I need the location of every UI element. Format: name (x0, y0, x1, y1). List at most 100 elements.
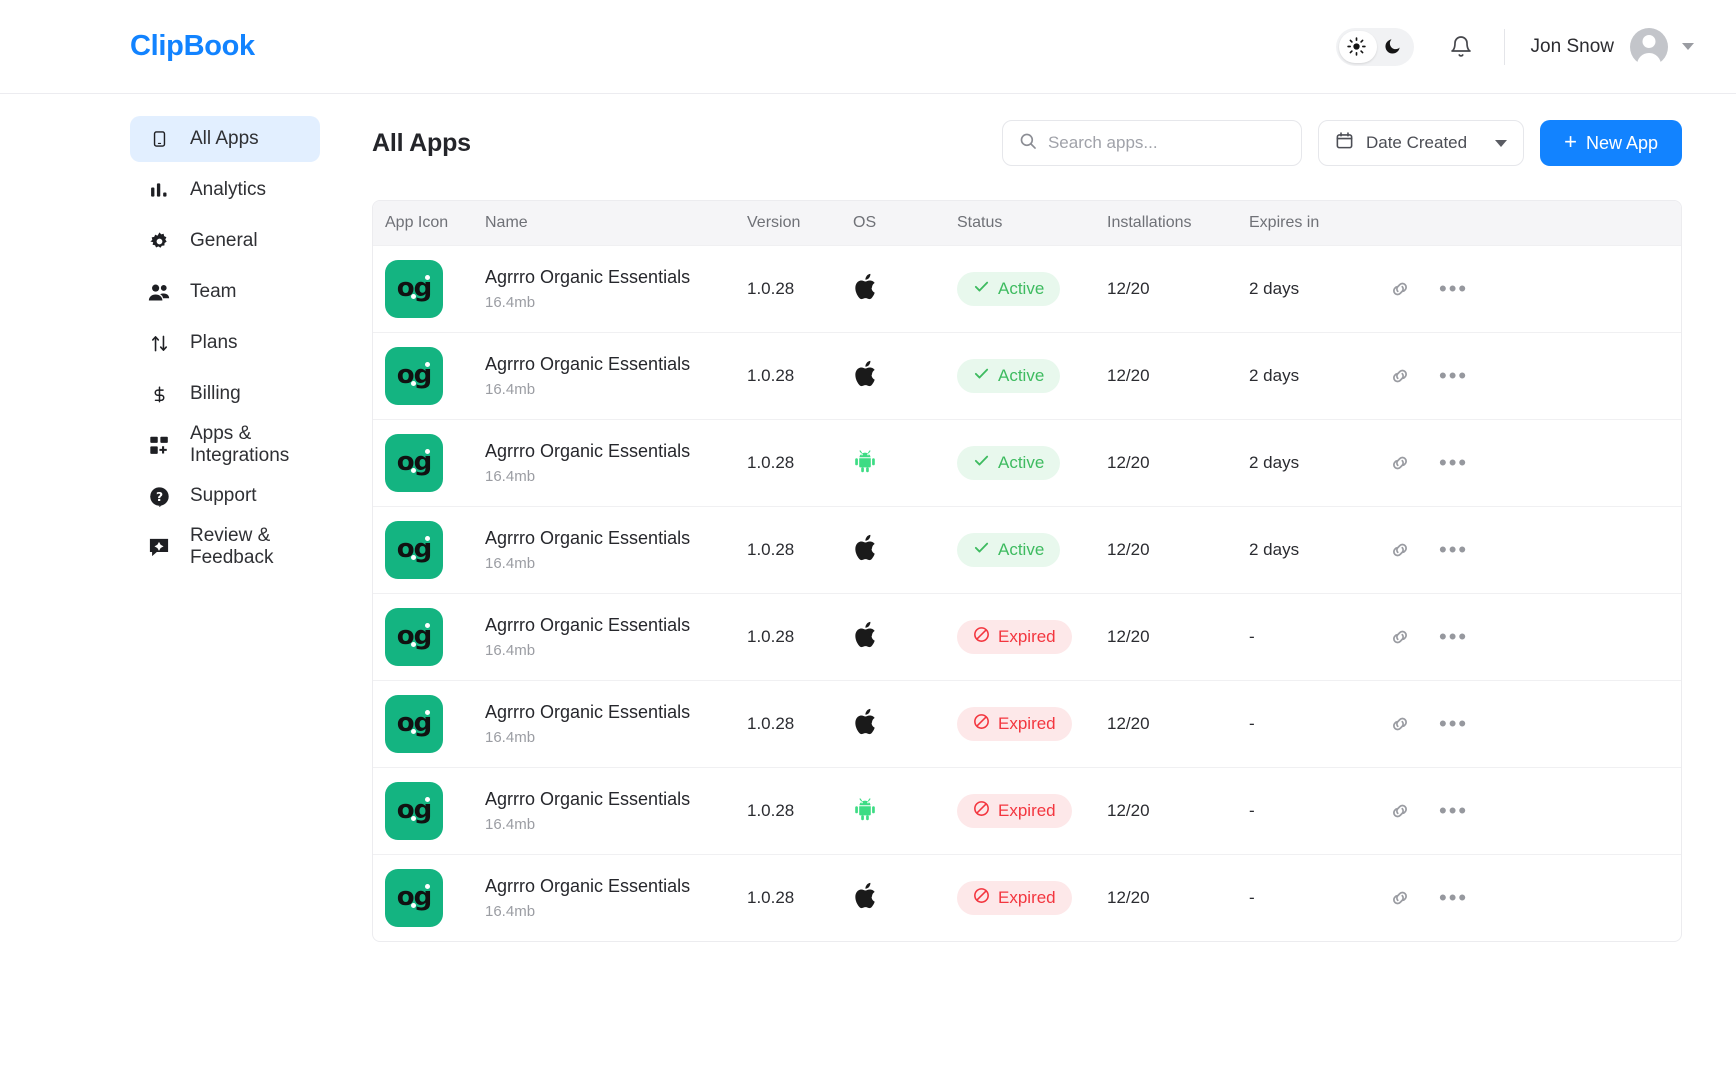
expires-in-value: 2 days (1249, 279, 1300, 298)
status-cell: Expired (957, 881, 1107, 915)
link-icon[interactable] (1389, 539, 1411, 561)
app-version: 1.0.28 (747, 801, 795, 820)
link-icon[interactable] (1389, 278, 1411, 300)
more-horizontal-icon[interactable]: ••• (1439, 365, 1468, 387)
app-size: 16.4mb (485, 294, 536, 311)
sidebar-item-label: Team (190, 281, 237, 302)
android-icon (853, 449, 877, 477)
column-header-os: OS (853, 214, 877, 231)
more-horizontal-icon[interactable]: ••• (1439, 278, 1468, 300)
theme-toggle[interactable] (1335, 27, 1414, 66)
new-app-button[interactable]: + New App (1540, 120, 1682, 166)
table-row[interactable]: og Agrrro Organic Essentials 16.4mb 1.0.28 … (373, 854, 1681, 941)
status-badge: Expired (957, 881, 1072, 915)
link-icon[interactable] (1389, 626, 1411, 648)
table-row[interactable]: og Agrrro Organic Essentials 16.4mb 1.0.28 … (373, 506, 1681, 593)
table-row[interactable]: og Agrrro Organic Essentials 16.4mb 1.0.28 … (373, 419, 1681, 506)
app-version: 1.0.28 (747, 714, 795, 733)
og-logo-icon: og (385, 608, 443, 666)
app-icon-dot (425, 710, 430, 715)
more-horizontal-icon[interactable]: ••• (1439, 452, 1468, 474)
people-icon (148, 282, 170, 302)
status-label: Active (998, 366, 1045, 385)
search-box[interactable] (1001, 120, 1302, 166)
os-cell (853, 272, 957, 307)
table-row[interactable]: og Agrrro Organic Essentials 16.4mb 1.0.28 … (373, 332, 1681, 419)
app-icon-dot (411, 381, 416, 386)
installations-value: 12/20 (1107, 453, 1150, 472)
sidebar-item-label: Review & Feedback (190, 525, 274, 568)
sun-icon[interactable] (1339, 31, 1375, 63)
installations-value: 12/20 (1107, 888, 1150, 907)
installations-value: 12/20 (1107, 801, 1150, 820)
app-icon-cell: og (373, 260, 485, 318)
app-name: Agrrro Organic Essentials (485, 441, 691, 461)
grid-plus-icon (148, 435, 170, 456)
sidebar-item-review-feedback[interactable]: Review & Feedback (130, 524, 320, 570)
app-icon-cell: og (373, 869, 485, 927)
user-menu-chevron-down-icon[interactable] (1682, 43, 1694, 50)
check-icon (973, 278, 990, 300)
apple-icon (853, 882, 879, 915)
expires-in-value: - (1249, 888, 1255, 907)
apple-icon (853, 708, 879, 741)
link-icon[interactable] (1389, 713, 1411, 735)
link-icon[interactable] (1389, 452, 1411, 474)
more-horizontal-icon[interactable]: ••• (1439, 539, 1468, 561)
app-icon-dot (425, 797, 430, 802)
help-icon: ? (148, 486, 170, 507)
dollar-icon (148, 384, 170, 405)
installations-value: 12/20 (1107, 627, 1150, 646)
sidebar-item-team[interactable]: Team (130, 269, 320, 315)
table-row[interactable]: og Agrrro Organic Essentials 16.4mb 1.0.28 … (373, 680, 1681, 767)
app-icon-dot (411, 816, 416, 821)
app-window: ClipBook Jon Snow All Apps Analytics Gen… (0, 0, 1736, 1074)
sidebar-item-analytics[interactable]: Analytics (130, 167, 320, 213)
app-name-cell: Agrrro Organic Essentials 16.4mb (485, 528, 747, 572)
table-row[interactable]: og Agrrro Organic Essentials 16.4mb 1.0.28 … (373, 245, 1681, 332)
link-icon[interactable] (1389, 800, 1411, 822)
app-name-cell: Agrrro Organic Essentials 16.4mb (485, 354, 747, 398)
more-horizontal-icon[interactable]: ••• (1439, 713, 1468, 735)
link-icon[interactable] (1389, 365, 1411, 387)
date-filter-label: Date Created (1365, 133, 1468, 152)
more-horizontal-icon[interactable]: ••• (1439, 800, 1468, 822)
status-cell: Active (957, 446, 1107, 480)
sidebar-item-billing[interactable]: Billing (130, 371, 320, 417)
search-input[interactable] (1047, 133, 1285, 153)
expires-in-value: - (1249, 714, 1255, 733)
status-cell: Expired (957, 794, 1107, 828)
check-icon (973, 365, 990, 387)
og-logo-icon: og (385, 521, 443, 579)
main-toolbar: All Apps Search apps... Date Created + N… (372, 114, 1682, 172)
moon-icon[interactable] (1375, 31, 1411, 63)
user-avatar[interactable] (1630, 27, 1668, 66)
app-name-cell: Agrrro Organic Essentials 16.4mb (485, 789, 747, 833)
date-filter-dropdown[interactable]: Date Created (1317, 120, 1525, 166)
more-horizontal-icon[interactable]: ••• (1439, 626, 1468, 648)
column-header-installations: Installations (1107, 214, 1192, 231)
os-cell (853, 620, 957, 655)
app-logo[interactable]: ClipBook (130, 30, 255, 63)
sidebar-item-support[interactable]: ? Support (130, 473, 320, 519)
bar-chart-icon (148, 180, 170, 200)
sidebar-item-plans[interactable]: Plans (130, 320, 320, 366)
installations-value: 12/20 (1107, 540, 1150, 559)
notifications-bell-icon[interactable] (1444, 30, 1478, 64)
status-badge: Expired (957, 794, 1072, 828)
more-horizontal-icon[interactable]: ••• (1439, 887, 1468, 909)
date-filter-chevron-down-icon[interactable] (1495, 139, 1508, 147)
arrows-updown-icon (148, 333, 170, 354)
new-app-button-label: New App (1585, 132, 1658, 153)
table-row[interactable]: og Agrrro Organic Essentials 16.4mb 1.0.28 … (373, 593, 1681, 680)
table-row[interactable]: og Agrrro Organic Essentials 16.4mb 1.0.28 … (373, 767, 1681, 854)
row-actions: ••• (1389, 626, 1498, 648)
row-actions: ••• (1389, 278, 1498, 300)
sidebar-item-apps-integrations[interactable]: Apps & Integrations (130, 422, 320, 468)
app-icon-dot (411, 642, 416, 647)
expires-in-value: - (1249, 801, 1255, 820)
sidebar-item-all-apps[interactable]: All Apps (130, 116, 320, 162)
link-icon[interactable] (1389, 887, 1411, 909)
apple-icon (853, 534, 879, 567)
sidebar-item-general[interactable]: General (130, 218, 320, 264)
